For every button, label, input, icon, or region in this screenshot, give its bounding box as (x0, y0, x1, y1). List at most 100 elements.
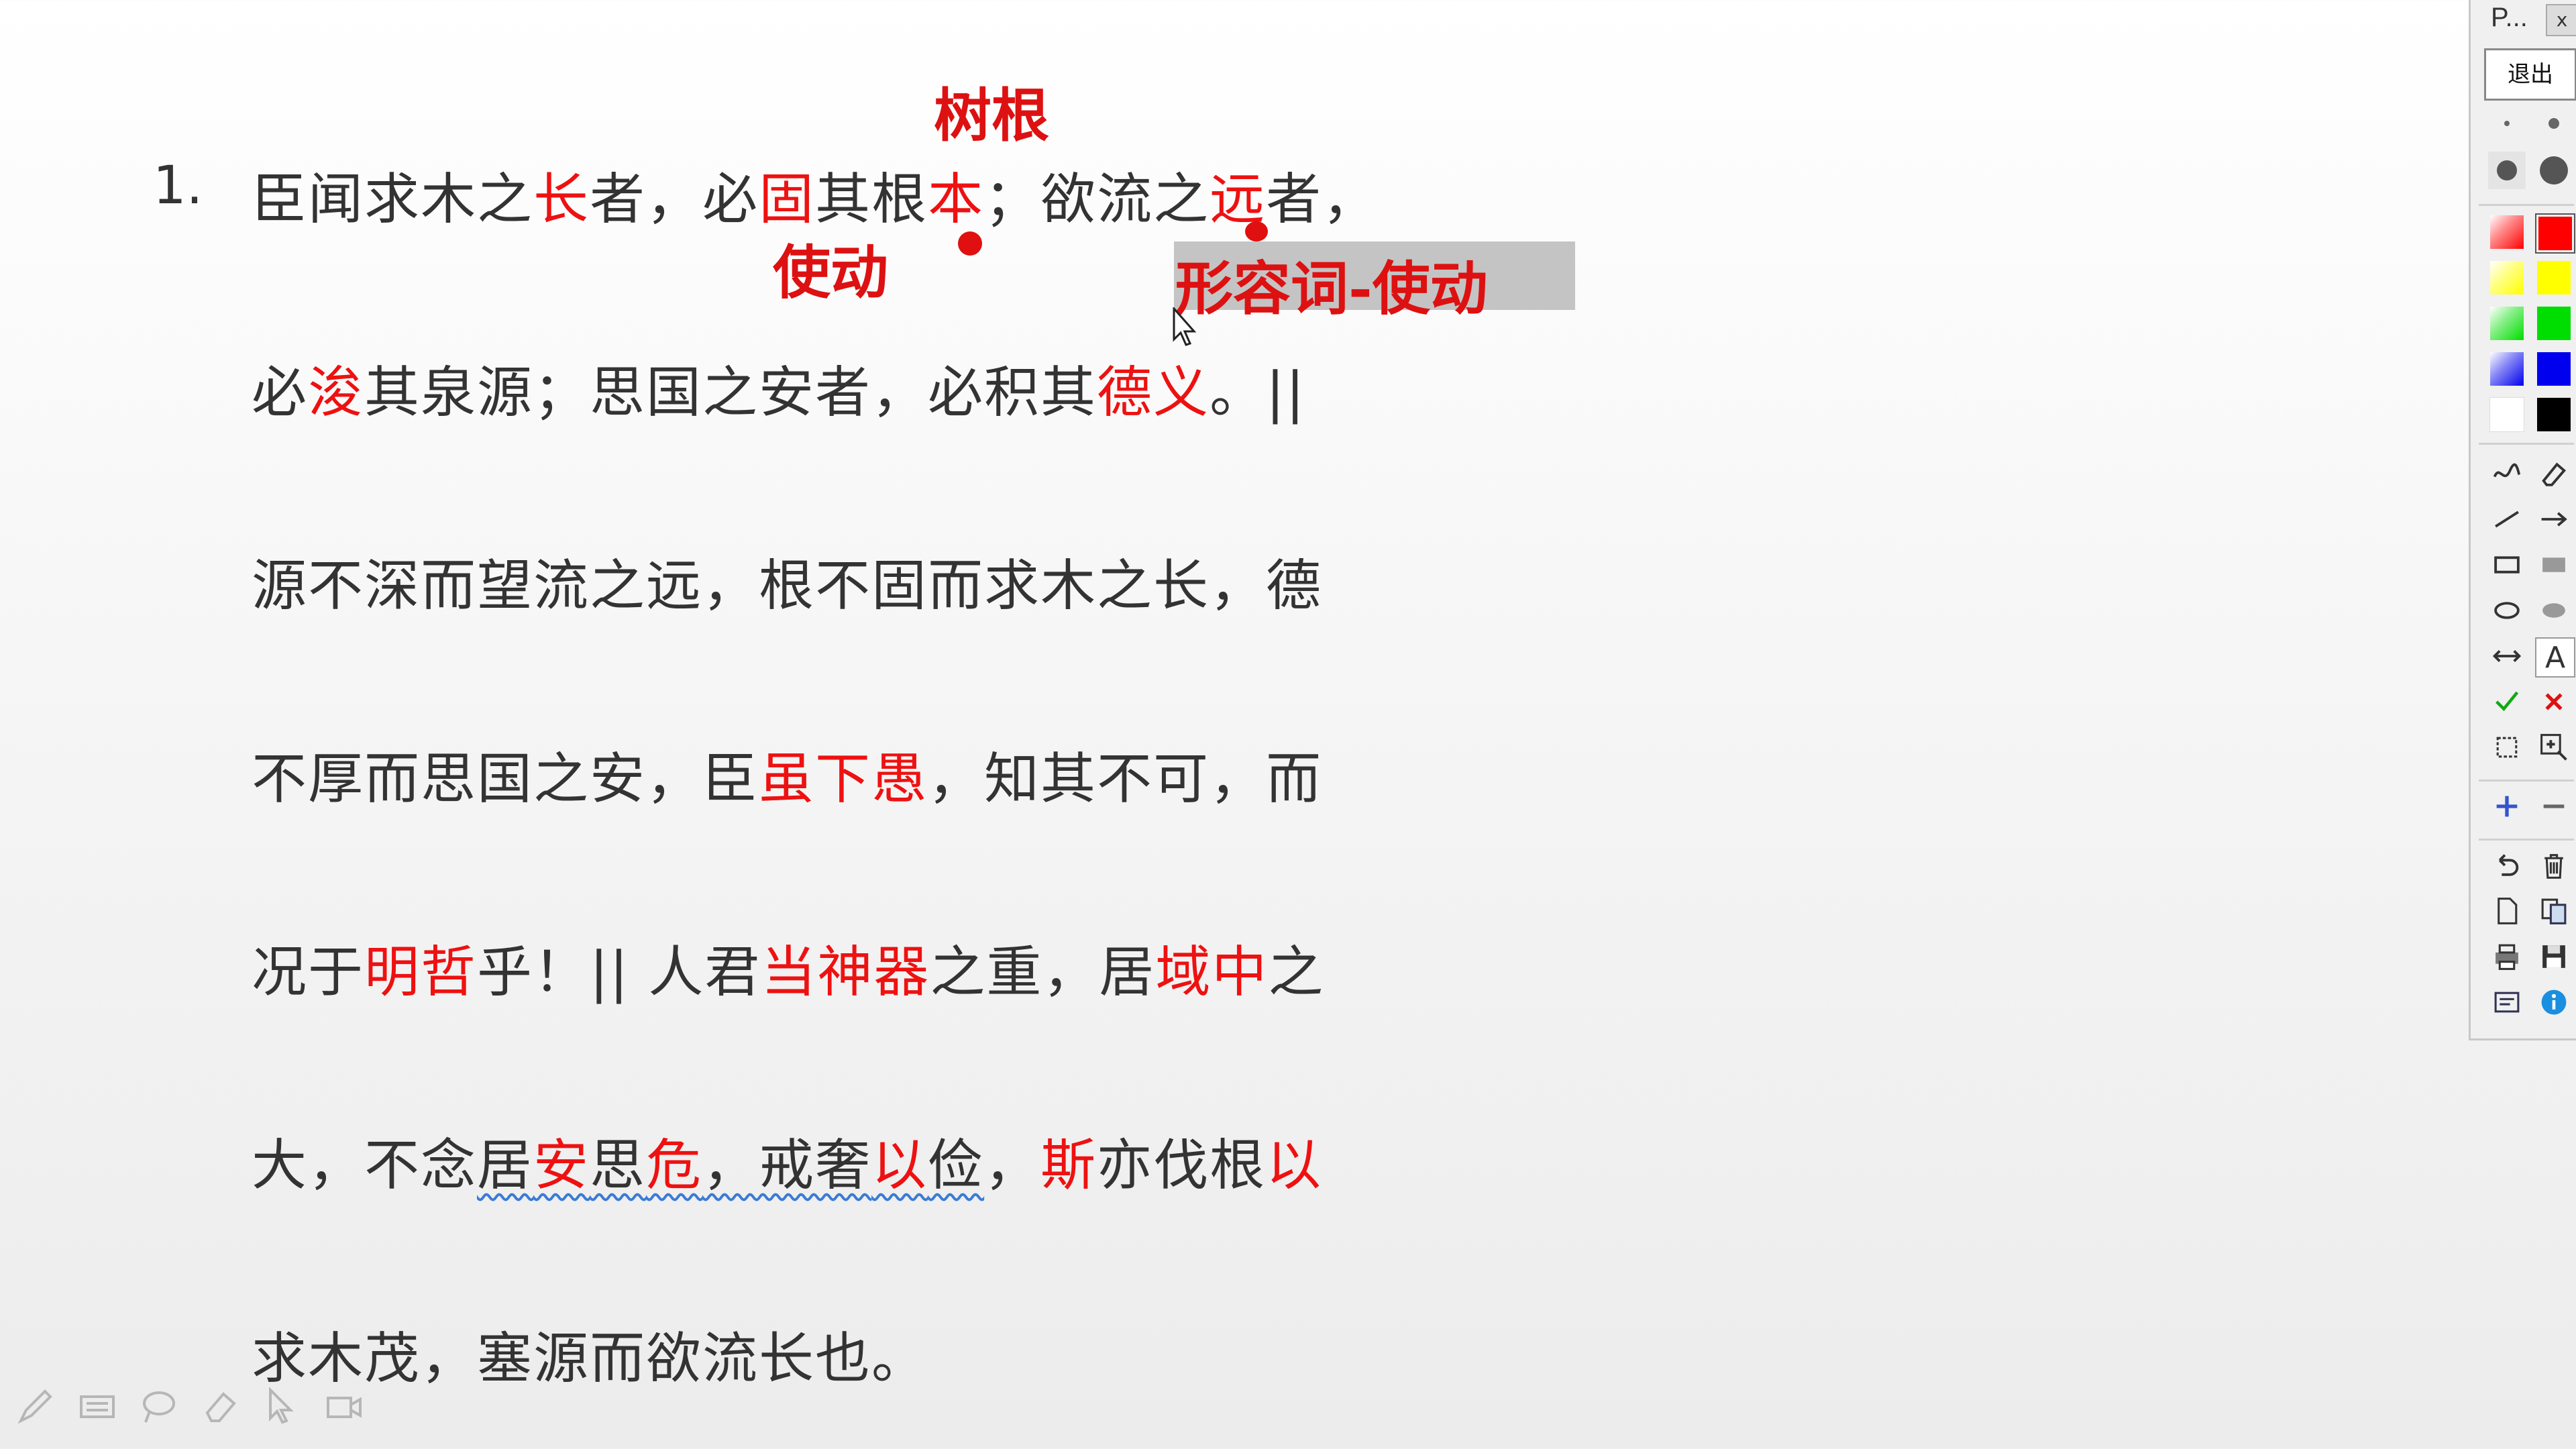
text-segment: 臣闻求木之 (252, 168, 534, 231)
bottom-toolbar (15, 1385, 365, 1427)
rectangle-icon[interactable] (2488, 546, 2526, 584)
color-white[interactable] (2488, 396, 2526, 433)
copy-page-icon[interactable] (2535, 892, 2573, 930)
color-black[interactable] (2535, 396, 2573, 433)
color-red-light[interactable] (2488, 213, 2526, 251)
ink-dot (958, 231, 982, 256)
highlighted-word: 以 (871, 1134, 928, 1197)
color-red[interactable] (2535, 213, 2575, 254)
color-blue-light[interactable] (2488, 350, 2526, 388)
color-blue[interactable] (2535, 350, 2573, 388)
highlighted-word: 当神器 (761, 941, 930, 1004)
text-segment: ，知其不可，而 (928, 747, 1323, 811)
video-icon[interactable] (323, 1385, 365, 1427)
pen-icon[interactable] (15, 1385, 56, 1427)
text-line-3: 源不深而望流之远，根不固而求木之长，德 (252, 541, 1322, 621)
arrow-icon[interactable] (2535, 500, 2573, 538)
highlighted-word: 斯 (1040, 1134, 1097, 1197)
text-segment: 其泉源；思国之安者，必积其 (364, 361, 1097, 425)
text-line-2: 必浚其泉源；思国之安者，必积其德义。|| (252, 347, 1305, 427)
text-segment: 求木茂，塞源而欲流长也。 (252, 1327, 928, 1391)
annotation-xingrongci: 形容词-使动 (1175, 255, 1488, 323)
highlighted-word: 长 (533, 168, 590, 231)
highlighted-word: 德义 (1097, 361, 1210, 425)
crop-select-icon[interactable] (2488, 729, 2526, 766)
list-number: 1. (153, 156, 203, 216)
text-segment: 况于 (252, 941, 365, 1004)
pointer-icon[interactable] (262, 1385, 303, 1427)
eraser-icon[interactable] (2535, 455, 2573, 492)
trash-icon[interactable] (2535, 847, 2573, 884)
palette-title[interactable]: P... (2491, 3, 2528, 33)
text-segment: ，戒奢 (702, 1134, 872, 1197)
text-segment: 之重，居 (930, 941, 1156, 1004)
zoom-out-icon[interactable] (2535, 788, 2573, 825)
zoom-icon[interactable] (2535, 729, 2573, 766)
settings-panel-icon[interactable] (2488, 983, 2526, 1021)
eraser-icon[interactable] (200, 1385, 241, 1427)
text-line-7: 求木茂，塞源而欲流长也。 (252, 1313, 928, 1393)
cross-icon[interactable] (2535, 683, 2573, 720)
new-page-icon[interactable] (2488, 892, 2526, 930)
palette-divider (2479, 204, 2574, 206)
highlighted-word: 危 (646, 1134, 703, 1197)
pen-size-1[interactable] (2488, 105, 2526, 142)
highlighted-word: 本 (928, 168, 985, 231)
palette-divider (2479, 443, 2574, 445)
freehand-icon[interactable] (2488, 455, 2526, 492)
text-segment: ， (984, 1134, 1041, 1197)
undo-icon[interactable] (2488, 847, 2526, 884)
double-arrow-icon[interactable] (2488, 637, 2526, 675)
line-icon[interactable] (2488, 500, 2526, 538)
highlighted-word: 域中 (1155, 941, 1269, 1004)
text-segment: 者，必 (590, 168, 759, 231)
text-segment: 。|| (1210, 361, 1306, 425)
color-green[interactable] (2535, 305, 2573, 342)
filled-ellipse-icon[interactable] (2535, 592, 2573, 629)
pen-size-2[interactable] (2535, 105, 2573, 142)
pen-size-4[interactable] (2535, 152, 2573, 189)
highlighted-word: 浚 (308, 361, 365, 425)
text-tool[interactable]: A (2535, 637, 2575, 678)
text-segment: 必 (252, 361, 309, 425)
text-segment: 俭 (928, 1134, 985, 1197)
text-segment: 其根 (815, 168, 928, 231)
pen-size-3[interactable] (2488, 152, 2526, 189)
text-segment: 不厚而思国之安，臣 (252, 747, 759, 811)
highlighted-word: 固 (759, 168, 816, 231)
save-icon[interactable] (2535, 938, 2573, 975)
color-green-light[interactable] (2488, 305, 2526, 342)
text-segment: 思 (590, 1134, 647, 1197)
text-segment: 乎！|| 人君 (477, 941, 761, 1004)
text-segment: ；欲流之 (984, 168, 1210, 231)
info-icon[interactable] (2535, 983, 2573, 1021)
palette-close-button[interactable]: x (2546, 4, 2576, 36)
slide-canvas: 1. 臣闻求木之长者，必固其根本；欲流之远者， 必浚其泉源；思国之安者，必积其德… (0, 0, 2469, 1449)
ink-dot (1245, 221, 1268, 241)
color-yellow[interactable] (2535, 259, 2573, 297)
text-line-4: 不厚而思国之安，臣虽下愚，知其不可，而 (252, 734, 1322, 814)
palette-divider (2479, 780, 2574, 782)
filled-rectangle-icon[interactable] (2535, 546, 2573, 584)
annotation-shidong: 使动 (773, 239, 888, 307)
text-line-1: 臣闻求木之长者，必固其根本；欲流之远者， (252, 154, 1379, 234)
text-segment: 大，不念 (252, 1134, 478, 1197)
highlighted-word: 明哲 (364, 941, 478, 1004)
highlighted-word: 虽下愚 (759, 747, 928, 811)
text-segment: 者， (1266, 168, 1379, 231)
lasso-icon[interactable] (138, 1385, 180, 1427)
text-line-6: 大，不念居安思危，戒奢以俭，斯亦伐根以 (252, 1120, 1322, 1200)
keyboard-icon[interactable] (76, 1385, 118, 1427)
check-icon[interactable] (2488, 683, 2526, 720)
highlighted-word: 以 (1266, 1134, 1323, 1197)
text-segment: 亦伐根 (1097, 1134, 1267, 1197)
ellipse-icon[interactable] (2488, 592, 2526, 629)
text-line-5: 况于明哲乎！|| 人君当神器之重，居域中之 (252, 927, 1324, 1007)
color-yellow-light[interactable] (2488, 259, 2526, 297)
exit-button[interactable]: 退出 (2484, 48, 2576, 101)
palette-divider (2479, 839, 2574, 841)
highlighted-word: 安 (533, 1134, 590, 1197)
text-segment: 居 (477, 1134, 534, 1197)
print-icon[interactable] (2488, 938, 2526, 975)
zoom-in-icon[interactable] (2488, 788, 2526, 825)
